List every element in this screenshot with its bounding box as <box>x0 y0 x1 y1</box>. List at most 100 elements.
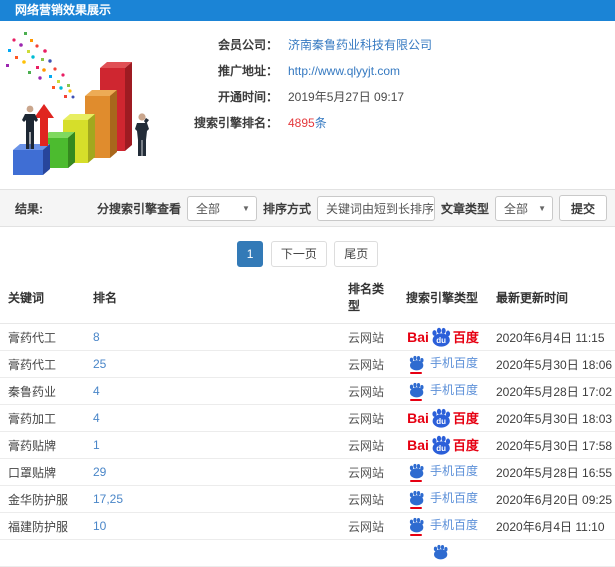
article-type-label: 文章类型 <box>440 201 489 216</box>
opened-value: 2019年5月27日 09:17 <box>288 90 405 104</box>
filter-controls: 分搜索引擎查看 全部 ▼ 排序方式 关键词由短到长排序 ▼ 文章类型 全部 ▼ … <box>97 195 607 221</box>
keyword-cell: 秦鲁药业 <box>0 377 85 405</box>
promo-url-label: 推广地址： <box>217 64 278 78</box>
keyword-cell: 膏药代工 <box>0 350 85 378</box>
updated-cell: 2020年6月20日 09:25 <box>488 485 615 513</box>
updated-cell: 2020年5月28日 17:02 <box>488 377 615 405</box>
keyword-ranking-table: 关键词 排名 排名类型 搜索引擎类型 最新更新时间 膏药代工 8 云网站 Bai… <box>0 272 615 567</box>
updated-cell: 2020年5月28日 16:55 <box>488 458 615 486</box>
rank-type-cell: 云网站 <box>340 323 398 351</box>
sort-filter-value: 关键词由短到长排序 <box>325 201 434 216</box>
table-row: 膏药代工 8 云网站 Bai du 百度 2020年6月4日 11:15 <box>0 323 615 351</box>
updated-cell: 2020年5月30日 17:58 <box>488 431 615 459</box>
next-page-button[interactable]: 下一页 <box>270 241 327 267</box>
updated-cell: 2020年6月4日 11:10 <box>488 512 615 540</box>
confetti-dots <box>6 32 75 99</box>
sort-filter-select[interactable]: 关键词由短到长排序 ▼ <box>316 195 448 221</box>
mobile-baidu-logo: 手机百度 <box>408 490 478 509</box>
svg-text:du: du <box>436 417 446 426</box>
table-row: 膏药加工 4 云网站 Bai du 百度 2020年5月30日 18:03 <box>0 404 615 432</box>
engine-rank-label: 搜索引擎排名： <box>193 116 278 130</box>
col-header-rank-type: 排名类型 <box>340 272 398 324</box>
opened-label: 开通时间： <box>217 90 278 104</box>
keyword-cell: 膏药贴牌 <box>0 431 85 459</box>
engine-filter-value: 全部 <box>195 201 220 216</box>
baidu-paw-icon: du <box>432 408 450 428</box>
results-section-label: 结果: <box>15 201 43 216</box>
mobile-baidu-paw-icon <box>408 355 425 374</box>
rank-type-cell: 云网站 <box>340 512 398 540</box>
rank-count: 4895 <box>288 116 315 130</box>
promo-url-link[interactable]: http://www.qlyyjt.com <box>288 64 400 78</box>
col-header-rank: 排名 <box>85 272 340 324</box>
chevron-down-icon: ▼ <box>538 203 546 213</box>
mobile-baidu-paw-icon <box>408 490 425 509</box>
table-row: 金华防护服 17,25 云网站 手机百度 2020年6月20日 09:25 <box>0 485 615 513</box>
table-row: 秦鲁药业 4 云网站 手机百度 2020年5月28日 17:02 <box>0 377 615 405</box>
table-row: 膏药贴牌 1 云网站 Bai du 百度 2020年5月30日 17:58 <box>0 431 615 459</box>
table-row: 膏药代工 25 云网站 手机百度 2020年5月30日 18:06 <box>0 350 615 378</box>
table-header-row: 关键词 排名 排名类型 搜索引擎类型 最新更新时间 <box>0 272 615 324</box>
engine-filter-select[interactable]: 全部 ▼ <box>186 195 257 221</box>
svg-text:du: du <box>436 336 446 345</box>
keyword-cell: 金华防护服 <box>0 485 85 513</box>
mobile-baidu-logo: 手机百度 <box>408 517 478 536</box>
rank-link[interactable]: 8 <box>93 330 100 344</box>
info-row-company: 会员公司： 济南秦鲁药业科技有限公司 <box>168 38 432 52</box>
keyword-cell: 福建防护服 <box>0 512 85 540</box>
filter-bar: 结果: 分搜索引擎查看 全部 ▼ 排序方式 关键词由短到长排序 ▼ 文章类型 全… <box>0 189 615 227</box>
mobile-baidu-logo: 手机百度 <box>408 355 478 374</box>
rank-unit: 条 <box>314 116 327 130</box>
rank-type-cell: 云网站 <box>340 458 398 486</box>
updated-cell: 2020年5月30日 18:03 <box>488 404 615 432</box>
rank-link[interactable]: 4 <box>93 411 100 425</box>
mobile-baidu-paw-icon <box>408 517 425 536</box>
page-1-button[interactable]: 1 <box>236 241 264 267</box>
submit-button[interactable]: 提交 <box>558 195 607 221</box>
mobile-baidu-paw-icon <box>408 382 425 401</box>
svg-text:du: du <box>436 444 446 453</box>
engine-filter-label: 分搜索引擎查看 <box>96 201 181 216</box>
table-row: 口罩贴牌 29 云网站 手机百度 2020年5月28日 16:55 <box>0 458 615 486</box>
col-header-keyword: 关键词 <box>0 272 85 324</box>
page-title: 网络营销效果展示 <box>15 3 112 17</box>
article-type-select[interactable]: 全部 ▼ <box>494 195 553 221</box>
updated-cell: 2020年5月30日 18:06 <box>488 350 615 378</box>
sort-filter-label: 排序方式 <box>262 201 311 216</box>
keyword-cell: 膏药代工 <box>0 323 85 351</box>
table-row-partial <box>0 539 615 567</box>
businessman-left <box>22 105 38 149</box>
company-label: 会员公司： <box>217 38 278 52</box>
rank-link[interactable]: 17,25 <box>93 492 123 506</box>
last-page-button[interactable]: 尾页 <box>334 241 379 267</box>
keyword-cell: 膏药加工 <box>0 404 85 432</box>
rank-link[interactable]: 29 <box>93 465 106 479</box>
rank-type-cell: 云网站 <box>340 485 398 513</box>
baidu-paw-icon: du <box>432 327 450 347</box>
info-row-engine-rank: 搜索引擎排名： 4895条 <box>168 116 432 130</box>
rank-type-cell: 云网站 <box>340 377 398 405</box>
company-info-panel: 会员公司： 济南秦鲁药业科技有限公司 推广地址： http://www.qlyy… <box>168 38 432 142</box>
mobile-baidu-logo <box>432 544 454 561</box>
table-row: 福建防护服 10 云网站 手机百度 2020年6月4日 11:10 <box>0 512 615 540</box>
col-header-updated: 最新更新时间 <box>488 272 615 324</box>
rank-type-cell: 云网站 <box>340 431 398 459</box>
pagination: 1 下一页 尾页 <box>0 241 615 267</box>
mobile-baidu-logo: 手机百度 <box>408 382 478 401</box>
article-type-value: 全部 <box>503 201 528 216</box>
rank-link[interactable]: 4 <box>93 384 100 398</box>
engine-rank-value: 4895条 <box>288 116 327 130</box>
window-title-bar: 网络营销效果展示 <box>0 0 615 21</box>
rank-link[interactable]: 25 <box>93 357 106 371</box>
chevron-down-icon: ▼ <box>242 203 250 213</box>
rank-type-cell: 云网站 <box>340 404 398 432</box>
baidu-logo: Bai du 百度 <box>407 435 479 455</box>
businessman-right <box>135 113 149 156</box>
col-header-engine-type: 搜索引擎类型 <box>398 272 488 324</box>
mobile-baidu-paw-icon <box>408 463 425 482</box>
bar-chart-illustration <box>6 32 149 175</box>
mobile-baidu-logo: 手机百度 <box>408 463 478 482</box>
company-link[interactable]: 济南秦鲁药业科技有限公司 <box>288 38 432 52</box>
rank-link[interactable]: 1 <box>93 438 100 452</box>
rank-link[interactable]: 10 <box>93 519 106 533</box>
